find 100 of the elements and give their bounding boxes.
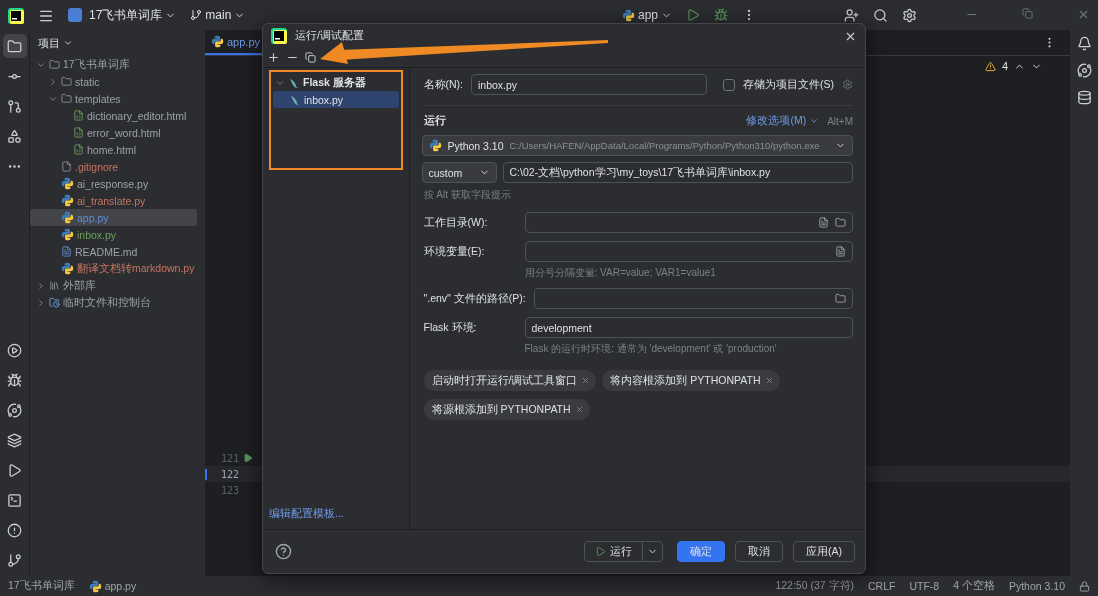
problems-icon[interactable]	[7, 522, 22, 538]
chevron-down-icon[interactable]	[63, 38, 73, 48]
console-icon[interactable]	[7, 402, 22, 418]
option-chip[interactable]: 将源根添加到 PYTHONPATH	[423, 399, 590, 420]
folder-icon	[49, 59, 60, 70]
file-name: ai_translate.py	[77, 194, 146, 207]
app-logo	[8, 8, 24, 24]
config-tree-item[interactable]: Flask 服务器	[273, 74, 399, 91]
config-tree-item[interactable]: inbox.py	[273, 91, 399, 108]
option-chip[interactable]: 启动时打开运行/调试工具窗口	[423, 370, 597, 391]
add-user-icon[interactable]	[844, 8, 859, 23]
tree-item[interactable]: README.md	[30, 243, 197, 260]
panel-title[interactable]: 项目	[38, 35, 60, 51]
document-icon[interactable]	[818, 217, 829, 228]
input-field[interactable]	[524, 241, 853, 262]
status-item[interactable]: 122:50 (37 字符)	[775, 579, 854, 593]
target-type-dropdown[interactable]: custom	[421, 162, 497, 183]
help-icon[interactable]	[275, 543, 292, 560]
folder-icon[interactable]	[835, 293, 846, 304]
input-field[interactable]: development	[524, 317, 853, 338]
document-icon[interactable]	[835, 246, 846, 257]
interpreter-dropdown[interactable]: Python 3.10 C:/Users/HAFEN/AppData/Local/Programs/Python/Python310/python.exe	[421, 135, 853, 156]
tree-item[interactable]: static	[30, 73, 197, 90]
bug-icon[interactable]	[7, 372, 22, 388]
file-name: app.py	[77, 211, 109, 224]
copy-icon[interactable]	[305, 52, 316, 63]
tree-item[interactable]: error_word.html	[30, 124, 197, 141]
name-field[interactable]: inbox.py	[471, 74, 707, 95]
settings-icon[interactable]	[902, 8, 917, 23]
project-icon	[68, 8, 82, 22]
script-path-field[interactable]: C:\02-文档\python学习\my_toys\17飞书单词库\inbox.py	[502, 162, 853, 183]
shapes-icon[interactable]	[7, 128, 22, 144]
tool-window-button[interactable]	[2, 34, 27, 58]
ok-button[interactable]: 确定	[677, 541, 725, 562]
search-icon[interactable]	[873, 8, 888, 23]
play-icon[interactable]	[7, 462, 22, 478]
modify-options-link[interactable]: 修改选项(M)	[746, 114, 820, 128]
chevron-right-icon[interactable]	[36, 280, 46, 291]
field-label: Flask 环境:	[423, 320, 478, 335]
status-item[interactable]: Python 3.10	[1008, 580, 1065, 592]
tree-item[interactable]: inbox.py	[30, 226, 197, 243]
run-split-button[interactable]: 运行	[584, 541, 663, 562]
input-field[interactable]	[524, 212, 853, 233]
breadcrumb[interactable]: 17飞书单词库	[8, 579, 75, 593]
line-number: 123	[219, 484, 239, 496]
python-icon	[61, 177, 74, 190]
chevron-right-icon[interactable]	[48, 76, 58, 87]
tree-item[interactable]: dictionary_editor.html	[30, 107, 197, 124]
tree-item[interactable]: app.py	[30, 209, 197, 226]
chevron-right-icon[interactable]	[36, 297, 46, 308]
section-title: 运行	[423, 114, 446, 128]
lock-icon[interactable]	[1079, 580, 1090, 592]
file-name: 17飞书单词库	[63, 57, 130, 72]
menu-icon[interactable]	[38, 8, 54, 24]
database-icon[interactable]	[1076, 90, 1092, 105]
field-hint: 按 Alt 获取字段提示	[423, 188, 512, 202]
option-chip[interactable]: 将内容根添加到 PYTHONPATH	[602, 370, 780, 391]
branch-selector[interactable]: main	[190, 8, 246, 22]
config-name: Flask 服务器	[303, 75, 366, 90]
folder-icon[interactable]	[835, 217, 846, 228]
tree-item[interactable]: 临时文件和控制台	[30, 294, 197, 311]
field-hint: Flask 的运行时环境: 通常为 'development' 或 'production'	[524, 342, 778, 356]
run-config-selector[interactable]: app	[621, 8, 672, 22]
file-name: 外部库	[63, 278, 96, 293]
pull-request-icon[interactable]	[7, 98, 22, 114]
cancel-button[interactable]: 取消	[735, 541, 783, 562]
tree-item[interactable]: 翻译文档转markdown.py	[30, 260, 197, 277]
problems-count[interactable]: 4	[1001, 60, 1008, 72]
notifications-icon[interactable]	[1076, 36, 1092, 51]
terminal-icon[interactable]	[7, 492, 22, 508]
status-item[interactable]: 4 个空格	[953, 579, 995, 593]
tree-item[interactable]: 17飞书单词库	[30, 56, 197, 73]
folder-icon[interactable]	[7, 38, 22, 54]
layers-icon[interactable]	[7, 432, 22, 448]
spiral-icon[interactable]	[1076, 63, 1092, 78]
status-item[interactable]: UTF-8	[909, 580, 940, 592]
tree-item[interactable]: home.html	[30, 141, 197, 158]
chevron-down-icon[interactable]	[809, 116, 820, 126]
run-gutter-icon[interactable]	[243, 453, 253, 463]
file-name: 翻译文档转markdown.py	[77, 261, 195, 276]
tree-item[interactable]: ai_response.py	[30, 175, 197, 192]
debug-icon[interactable]	[714, 8, 728, 22]
project-selector[interactable]: 17飞书单词库	[68, 8, 177, 22]
run-icon[interactable]	[7, 342, 22, 358]
tree-item[interactable]: ai_translate.py	[30, 192, 197, 209]
checkbox[interactable]	[723, 78, 735, 91]
python-icon	[61, 211, 74, 224]
edit-templates-link[interactable]: 编辑配置模板...	[269, 507, 403, 521]
breadcrumb[interactable]: app.py	[88, 579, 137, 593]
apply-button[interactable]: 应用(A)	[793, 541, 855, 562]
html-file-icon	[73, 144, 84, 155]
input-field[interactable]	[533, 288, 853, 309]
add-icon[interactable]	[267, 51, 280, 64]
tree-item[interactable]: .gitignore	[30, 158, 197, 175]
branch-icon[interactable]	[7, 552, 22, 568]
status-item[interactable]: CRLF	[868, 580, 896, 592]
folder-icon	[61, 93, 72, 104]
tree-item[interactable]: templates	[30, 90, 197, 107]
shortcut-hint: Alt+M	[827, 115, 853, 127]
tree-item[interactable]: 外部库	[30, 277, 197, 294]
